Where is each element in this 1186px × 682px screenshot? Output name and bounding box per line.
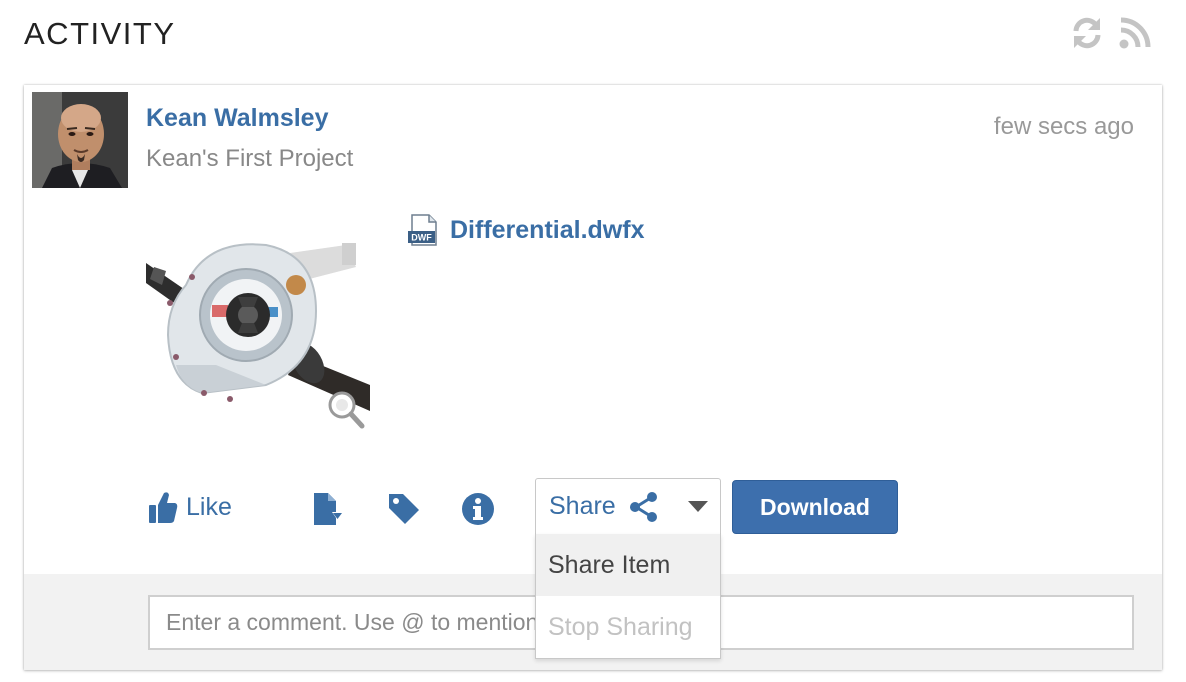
download-button[interactable]: Download (732, 480, 898, 534)
share-icon (629, 491, 657, 522)
share-item-menu-item[interactable]: Share Item (536, 534, 720, 596)
project-name: Kean's First Project (146, 145, 354, 172)
file-link[interactable]: DWF Differential.dwfx (408, 213, 644, 247)
action-toolbar: Like Share Download (24, 475, 1162, 535)
like-label: Like (186, 492, 232, 521)
like-button[interactable]: Like (148, 487, 232, 527)
refresh-icon[interactable] (1068, 14, 1106, 52)
file-thumbnail[interactable] (146, 215, 370, 435)
share-dropdown-button[interactable]: Share (535, 478, 721, 535)
author-name-link[interactable]: Kean Walmsley (146, 104, 328, 133)
share-dropdown-menu: Share Item Stop Sharing (535, 534, 721, 659)
timestamp: few secs ago (993, 113, 1134, 140)
rss-feed-icon[interactable] (1116, 14, 1154, 52)
tag-icon[interactable] (386, 491, 422, 527)
file-versions-icon[interactable] (310, 491, 346, 527)
page-title: ACTIVITY (24, 16, 176, 51)
dwf-file-icon: DWF (408, 214, 437, 246)
info-icon[interactable] (460, 491, 496, 527)
file-name[interactable]: Differential.dwfx (450, 216, 644, 245)
activity-header: ACTIVITY (0, 0, 1186, 70)
share-label: Share (549, 492, 616, 520)
thumbs-up-icon (149, 492, 178, 523)
chevron-down-icon (688, 501, 708, 512)
stop-sharing-menu-item: Stop Sharing (548, 612, 693, 641)
svg-text:DWF: DWF (411, 233, 432, 243)
avatar[interactable] (32, 92, 128, 188)
